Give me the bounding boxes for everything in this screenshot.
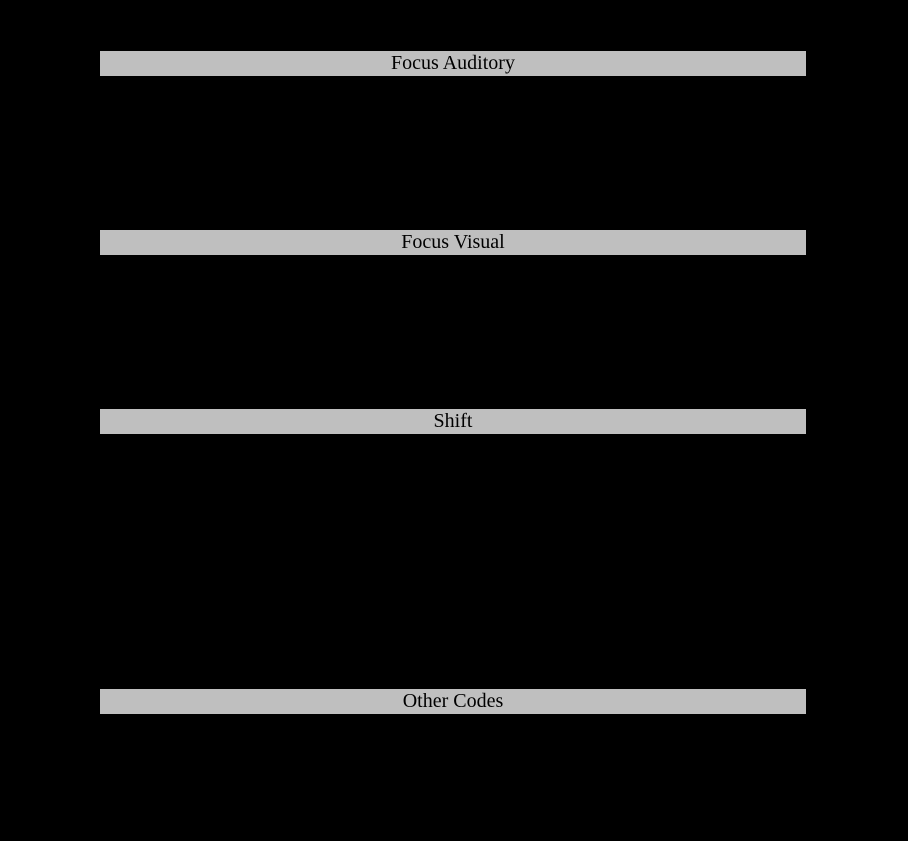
section-body-shift [100, 434, 806, 689]
section-body-focus-auditory [100, 76, 806, 230]
section-header-shift: Shift [100, 409, 806, 434]
section-header-focus-visual: Focus Visual [100, 230, 806, 255]
section-body-focus-visual [100, 255, 806, 409]
section-body-other-codes [100, 714, 806, 841]
section-header-focus-auditory: Focus Auditory [100, 51, 806, 76]
section-header-other-codes: Other Codes [100, 689, 806, 714]
document-page: Focus Auditory Focus Visual Shift Other … [0, 0, 908, 841]
